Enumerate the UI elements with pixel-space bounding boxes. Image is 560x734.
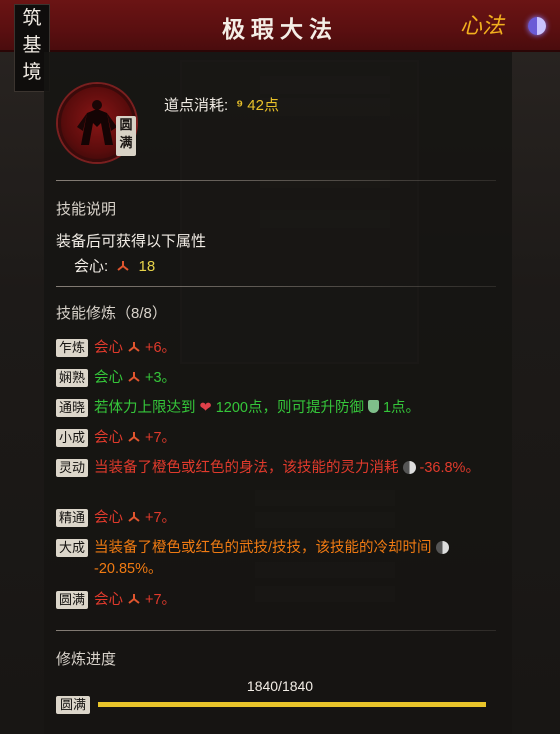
realm-char: 筑 <box>22 7 42 29</box>
progress-value: 1840/1840 <box>246 678 314 694</box>
stat-name: 会心 <box>94 340 123 356</box>
dao-point-icon: ⁹ <box>236 97 244 114</box>
training-tag: 灵动 <box>56 459 88 477</box>
heart-icon: ❤ <box>199 400 212 416</box>
effect-text: 当装备了橙色或红色的身法，该技能的灵力消耗 <box>94 460 399 476</box>
stat-value: +3。 <box>145 370 177 386</box>
crit-icon <box>117 261 129 271</box>
training-tag: 娴熟 <box>56 369 88 387</box>
progress-bar-fill <box>98 702 486 707</box>
attribute-row: 会心: 18 <box>74 255 155 276</box>
hp-text: 1200点，则可提升防御 <box>215 400 364 416</box>
training-tag: 精通 <box>56 509 88 527</box>
divider <box>56 630 496 631</box>
skill-level-badge: 圆 满 <box>116 116 136 156</box>
cost-value: 42点 <box>247 97 279 114</box>
stat-value: +7。 <box>145 430 177 446</box>
attribute-value: 18 <box>138 258 156 275</box>
badge-char: 圆 <box>119 117 133 132</box>
training-text: 会心 +7。 <box>94 590 486 611</box>
progress-tag: 圆满 <box>56 696 90 714</box>
spirit-icon <box>402 461 416 474</box>
training-tag: 通晓 <box>56 399 88 417</box>
training-tag: 小成 <box>56 429 88 447</box>
shield-icon <box>367 400 379 413</box>
training-text: 当装备了橙色或红色的身法，该技能的灵力消耗 -36.8%。 <box>94 458 486 479</box>
condition-text: 若体力上限达到 <box>94 400 196 416</box>
training-row: 娴熟 会心 +3。 <box>56 368 486 389</box>
xinfa-logo[interactable]: 心法 <box>460 8 504 40</box>
effect-value: -36.8%。 <box>419 460 480 476</box>
effect-value: -20.85%。 <box>94 561 163 577</box>
divider <box>56 286 496 287</box>
training-row: 灵动 当装备了橙色或红色的身法，该技能的灵力消耗 -36.8%。 <box>56 458 486 479</box>
dao-point-cost: 道点消耗: ⁹ 42点 <box>164 94 279 115</box>
training-text: 若体力上限达到 ❤ 1200点，则可提升防御 1点。 <box>94 398 486 419</box>
progress-bar-track <box>98 702 486 707</box>
stat-name: 会心 <box>94 370 123 386</box>
crit-icon <box>128 372 140 382</box>
crit-icon <box>128 512 140 522</box>
cost-label: 道点消耗: <box>164 97 229 114</box>
attribute-name: 会心: <box>74 258 109 275</box>
badge-char: 满 <box>119 135 133 150</box>
stat-value: +6。 <box>145 340 177 356</box>
header-bar: 极瑕大法 心法 <box>0 0 560 52</box>
training-row: 乍炼 会心 +6。 <box>56 338 486 359</box>
training-row: 小成 会心 +7。 <box>56 428 486 449</box>
stat-value: +7。 <box>145 592 177 608</box>
training-tag: 圆满 <box>56 591 88 609</box>
crit-icon <box>128 594 140 604</box>
training-text: 会心 +6。 <box>94 338 486 359</box>
training-text: 当装备了橙色或红色的武技/技技，该技能的冷却时间 -20.85%。 <box>94 538 486 580</box>
stat-value: +7。 <box>145 510 177 526</box>
stat-name: 会心 <box>94 510 123 526</box>
stat-name: 会心 <box>94 592 123 608</box>
yinyang-icon[interactable] <box>528 17 546 35</box>
training-row: 通晓 若体力上限达到 ❤ 1200点，则可提升防御 1点。 <box>56 398 486 419</box>
training-text: 会心 +7。 <box>94 428 486 449</box>
section-title-description: 技能说明 <box>56 201 117 218</box>
training-text: 会心 +3。 <box>94 368 486 389</box>
description-line: 装备后可获得以下属性 <box>56 233 207 250</box>
training-text: 会心 +7。 <box>94 508 486 529</box>
effect-text: 当装备了橙色或红色的武技/技技，该技能的冷却时间 <box>94 540 432 556</box>
training-row: 大成 当装备了橙色或红色的武技/技技，该技能的冷却时间 -20.85%。 <box>56 538 486 580</box>
cooldown-icon <box>435 541 449 554</box>
xinfa-logo-text: 心法 <box>459 14 504 39</box>
crit-icon <box>128 432 140 442</box>
defense-text: 1点。 <box>382 400 421 416</box>
training-tag: 乍炼 <box>56 339 88 357</box>
divider <box>56 180 496 181</box>
stat-name: 会心 <box>94 430 123 446</box>
training-tag: 大成 <box>56 539 88 557</box>
crit-icon <box>128 342 140 352</box>
robed-figure-icon <box>77 100 117 145</box>
progress-title: 修炼进度 <box>56 651 117 668</box>
training-row: 精通 会心 +7。 <box>56 508 486 529</box>
section-title-training: 技能修炼（8/8） <box>56 305 167 322</box>
training-row: 圆满 会心 +7。 <box>56 590 486 611</box>
